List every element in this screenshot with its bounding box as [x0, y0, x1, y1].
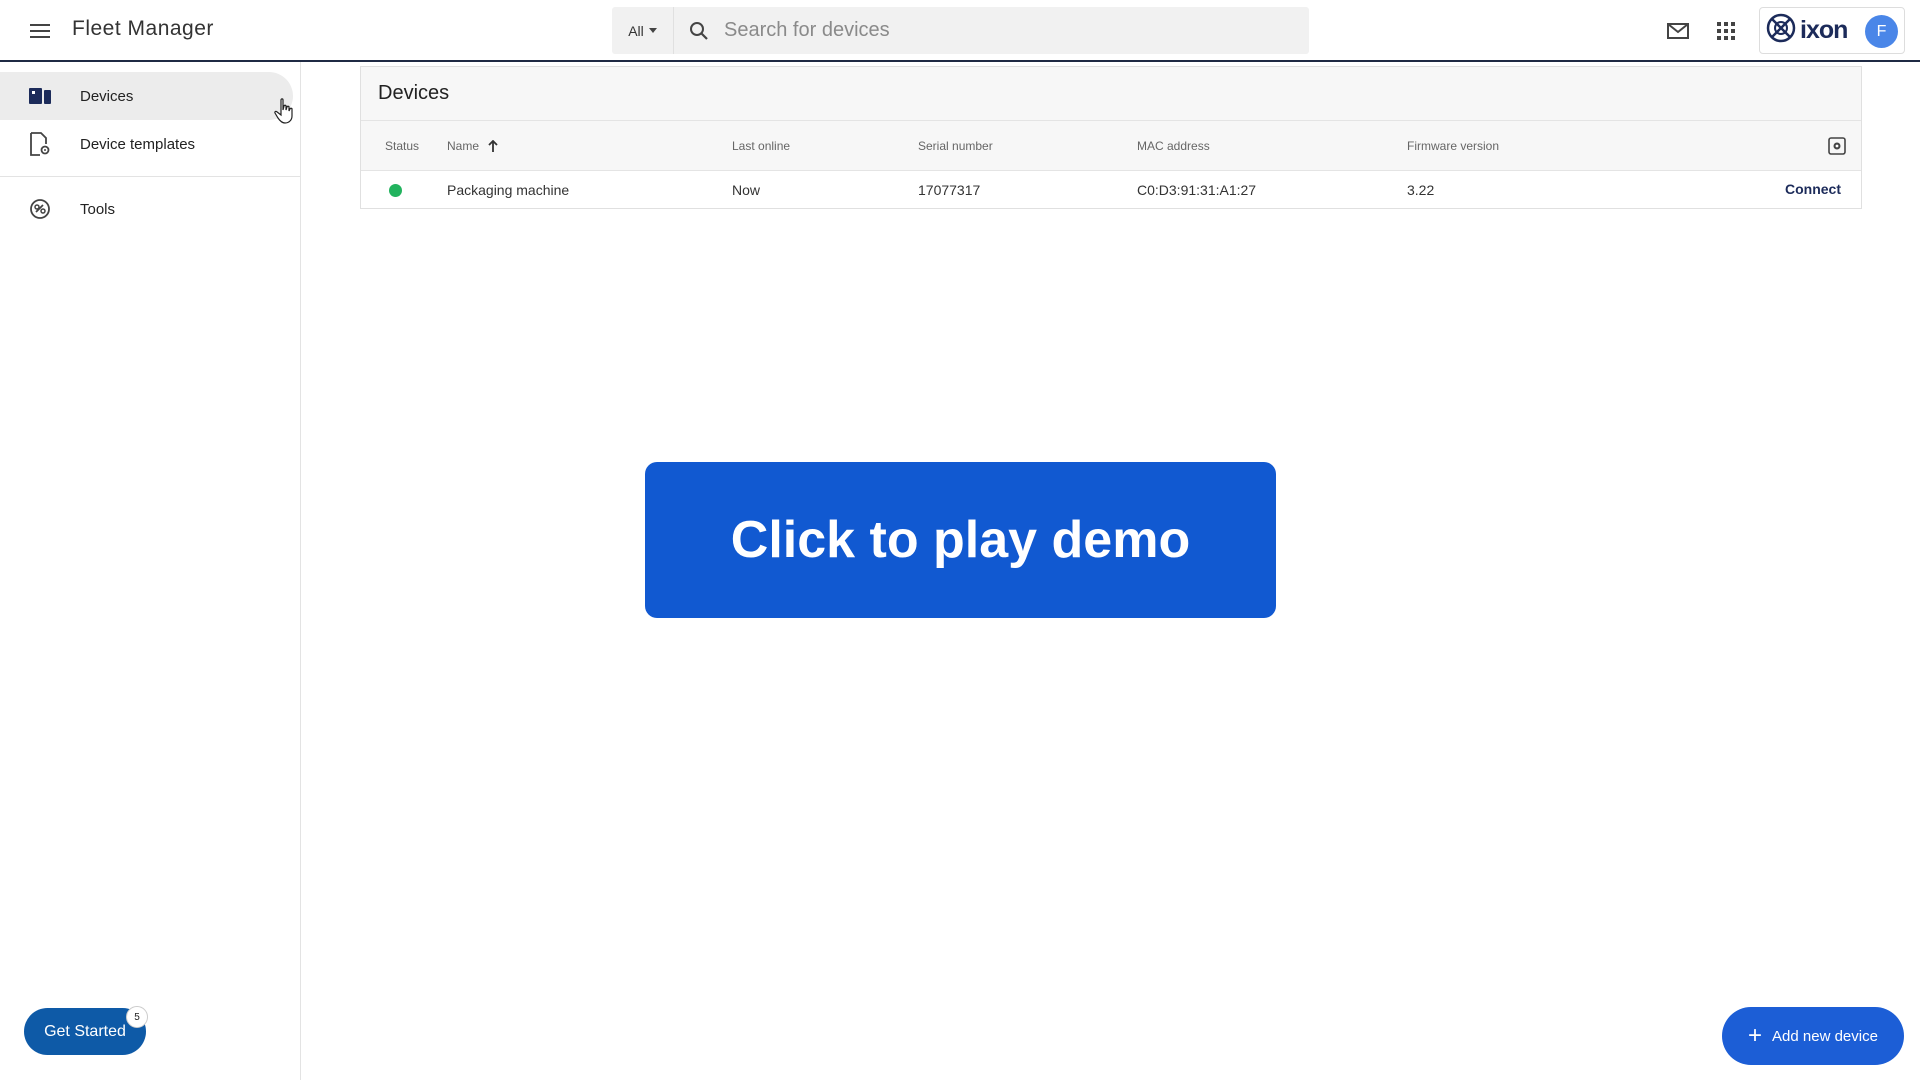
table-row[interactable]: Packaging machine Now 17077317 C0:D3:91:…	[361, 171, 1861, 209]
sidebar-divider	[0, 176, 301, 177]
column-header-serial-number[interactable]: Serial number	[918, 139, 993, 153]
device-last-online: Now	[732, 182, 761, 198]
get-started-badge: 5	[126, 1006, 148, 1028]
table-header: Status Name Last online Serial number MA…	[361, 121, 1861, 171]
devices-card-header: Devices	[361, 67, 1861, 121]
column-header-mac-address[interactable]: MAC address	[1137, 139, 1210, 153]
column-header-name[interactable]: Name	[447, 139, 498, 153]
devices-card: Devices Status Name Last online Serial n…	[360, 66, 1862, 209]
mail-icon[interactable]	[1663, 17, 1693, 45]
add-new-device-label: Add new device	[1772, 1027, 1878, 1045]
play-demo-button[interactable]: Click to play demo	[645, 462, 1276, 618]
device-mac-address: C0:D3:91:31:A1:27	[1137, 182, 1257, 198]
sidebar: Devices Device templates Tools	[0, 62, 301, 1080]
column-header-status[interactable]: Status	[385, 139, 419, 153]
search-icon	[674, 7, 724, 54]
plus-icon: +	[1748, 1022, 1763, 1049]
tools-icon	[28, 197, 52, 221]
apps-grid-icon[interactable]	[1711, 17, 1741, 45]
connect-button[interactable]: Connect	[1785, 181, 1841, 197]
caret-down-icon	[648, 28, 657, 33]
device-name[interactable]: Packaging machine	[447, 182, 569, 198]
hand-cursor-icon	[274, 98, 296, 124]
avatar[interactable]: F	[1865, 15, 1898, 48]
column-header-firmware-version[interactable]: Firmware version	[1407, 139, 1499, 153]
sidebar-item-label: Tools	[80, 200, 116, 218]
sidebar-item-device-templates[interactable]: Device templates	[0, 120, 293, 168]
column-settings-icon[interactable]	[1828, 137, 1846, 155]
device-firmware-version: 3.22	[1407, 182, 1435, 198]
search-input[interactable]	[724, 7, 1284, 54]
search-filter-value: All	[628, 22, 644, 39]
brand-name: ixon	[1800, 16, 1848, 44]
device-template-icon	[28, 132, 52, 156]
status-online-indicator	[389, 184, 402, 197]
column-header-last-online[interactable]: Last online	[732, 139, 790, 153]
sidebar-item-devices[interactable]: Devices	[0, 72, 293, 120]
ixon-logo-icon	[1766, 13, 1796, 48]
sidebar-item-label: Devices	[80, 87, 134, 105]
top-bar: Fleet Manager All ixon F	[0, 0, 1920, 62]
devices-icon	[28, 84, 52, 108]
app-title: Fleet Manager	[72, 17, 214, 40]
search-bar: All	[612, 7, 1309, 54]
device-serial-number: 17077317	[918, 182, 981, 198]
search-filter-select[interactable]: All	[612, 7, 674, 54]
page-title: Devices	[378, 82, 450, 104]
sort-arrow-up-icon	[488, 140, 498, 152]
sidebar-item-tools[interactable]: Tools	[0, 185, 293, 233]
add-new-device-button[interactable]: + Add new device	[1722, 1007, 1904, 1065]
hamburger-menu-icon[interactable]	[24, 16, 56, 46]
column-header-name-label: Name	[447, 139, 480, 153]
sidebar-item-label: Device templates	[80, 135, 196, 153]
company-switcher[interactable]: ixon F	[1759, 7, 1905, 54]
